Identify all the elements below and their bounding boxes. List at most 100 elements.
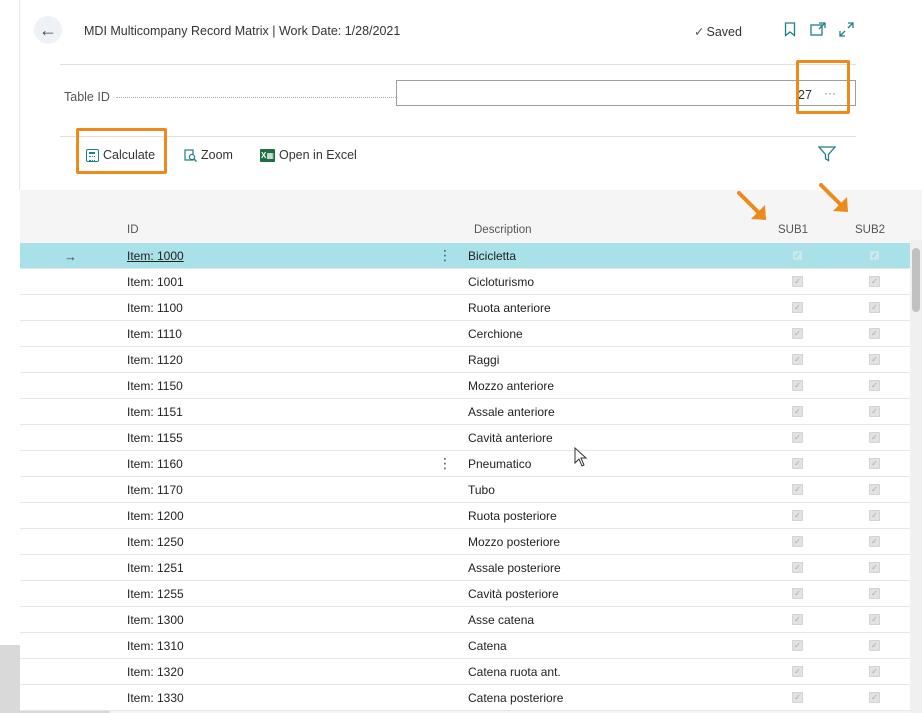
sub1-checkbox: ✓	[792, 458, 803, 469]
filter-icon[interactable]	[817, 146, 837, 162]
divider	[60, 64, 856, 65]
row-id[interactable]: Item: 1250	[127, 535, 184, 549]
row-id[interactable]: Item: 1330	[127, 691, 184, 705]
row-description: Catena	[468, 639, 507, 653]
row-id[interactable]: Item: 1155	[127, 431, 183, 445]
table-row[interactable]: Item: 1170 Tubo ✓ ✓	[20, 477, 910, 503]
row-id[interactable]: Item: 1160	[127, 457, 183, 471]
row-actions-icon[interactable]: ⋮	[438, 247, 452, 264]
table-row[interactable]: Item: 1150 Mozzo anteriore ✓ ✓	[20, 373, 910, 399]
row-description: Tubo	[468, 483, 495, 497]
sub1-checkbox: ✓	[792, 276, 803, 287]
check-icon: ✓	[694, 25, 705, 39]
scrollbar-thumb[interactable]	[912, 248, 920, 312]
row-description: Asse catena	[468, 613, 535, 627]
open-new-window-icon[interactable]	[810, 20, 826, 38]
row-description: Ruota posteriore	[468, 509, 557, 523]
sub1-checkbox: ✓	[792, 510, 803, 521]
sub1-checkbox: ✓	[792, 328, 803, 339]
highlight-box-calculate	[76, 128, 167, 174]
sub1-checkbox: ✓	[792, 302, 803, 313]
sub1-checkbox: ✓	[792, 406, 803, 417]
field-leader-dots	[116, 97, 406, 98]
row-description: Mozzo anteriore	[468, 379, 555, 393]
current-row-arrow-icon: →	[64, 249, 77, 264]
column-header-sub2[interactable]: SUB2	[855, 224, 885, 236]
sub2-checkbox: ✓	[869, 354, 880, 365]
orange-arrow-sub2	[819, 183, 848, 212]
zoom-button[interactable]: Zoom	[184, 148, 233, 162]
vertical-scrollbar[interactable]	[910, 240, 922, 713]
table-row[interactable]: Item: 1310 Catena ✓ ✓	[20, 633, 910, 659]
table-row[interactable]: Item: 1200 Ruota posteriore ✓ ✓	[20, 503, 910, 529]
sub2-checkbox: ✓	[869, 276, 880, 287]
row-description: Ruota anteriore	[468, 301, 551, 315]
row-id[interactable]: Item: 1200	[127, 509, 184, 523]
row-id[interactable]: Item: 1110	[127, 327, 182, 341]
table-row[interactable]: Item: 1160 ⋮ Pneumatico ✓ ✓	[20, 451, 910, 477]
row-id[interactable]: Item: 1120	[127, 353, 183, 367]
open-in-excel-button[interactable]: X▦ Open in Excel	[260, 148, 357, 162]
row-id[interactable]: Item: 1310	[127, 639, 184, 653]
sub1-checkbox: ✓	[792, 250, 803, 261]
table-row[interactable]: Item: 1100 Ruota anteriore ✓ ✓	[20, 295, 910, 321]
sub1-checkbox: ✓	[792, 432, 803, 443]
sub2-checkbox: ✓	[869, 432, 880, 443]
table-row[interactable]: Item: 1120 Raggi ✓ ✓	[20, 347, 910, 373]
row-description: Cicloturismo	[468, 275, 535, 289]
row-description: Cerchione	[468, 327, 523, 341]
sub1-checkbox: ✓	[792, 380, 803, 391]
sub2-checkbox: ✓	[869, 588, 880, 599]
table-row[interactable]: Item: 1110 Cerchione ✓ ✓	[20, 321, 910, 347]
sub2-checkbox: ✓	[869, 406, 880, 417]
table-row[interactable]: → Item: 1000 ⋮ Bicicletta ✓ ✓	[20, 243, 910, 269]
zoom-label: Zoom	[201, 148, 233, 162]
table-row[interactable]: Item: 1001 Cicloturismo ✓ ✓	[20, 269, 910, 295]
table-row[interactable]: Item: 1250 Mozzo posteriore ✓ ✓	[20, 529, 910, 555]
mouse-pointer-icon	[574, 447, 588, 467]
excel-label: Open in Excel	[279, 148, 357, 162]
row-id[interactable]: Item: 1170	[127, 483, 183, 497]
column-header-id[interactable]: ID	[127, 224, 139, 236]
sub1-checkbox: ✓	[792, 588, 803, 599]
row-description: Mozzo posteriore	[468, 535, 561, 549]
sub1-checkbox: ✓	[792, 666, 803, 677]
sub1-checkbox: ✓	[792, 484, 803, 495]
row-id[interactable]: Item: 1320	[127, 665, 184, 679]
back-button[interactable]: ←	[34, 16, 62, 44]
excel-icon: X▦	[260, 148, 275, 162]
table-row[interactable]: Item: 1300 Asse catena ✓ ✓	[20, 607, 910, 633]
row-id[interactable]: Item: 1000	[127, 249, 184, 263]
row-id[interactable]: Item: 1150	[127, 379, 183, 393]
sub2-checkbox: ✓	[869, 458, 880, 469]
table-id-input[interactable]	[396, 80, 856, 106]
sub1-checkbox: ✓	[792, 536, 803, 547]
row-id[interactable]: Item: 1001	[127, 275, 184, 289]
column-header-sub1[interactable]: SUB1	[778, 224, 808, 236]
sub2-checkbox: ✓	[869, 666, 880, 677]
row-actions-icon[interactable]: ⋮	[438, 455, 452, 472]
table-row[interactable]: Item: 1251 Assale posteriore ✓ ✓	[20, 555, 910, 581]
saved-status: ✓ Saved	[694, 24, 742, 39]
table-row[interactable]: Item: 1151 Assale anteriore ✓ ✓	[20, 399, 910, 425]
row-id[interactable]: Item: 1151	[127, 405, 183, 419]
row-id[interactable]: Item: 1251	[127, 561, 184, 575]
row-description: Bicicletta	[468, 249, 517, 263]
table-id-label: Table ID	[64, 90, 110, 104]
sub2-checkbox: ✓	[869, 614, 880, 625]
table-row[interactable]: Item: 1255 Cavità posteriore ✓ ✓	[20, 581, 910, 607]
sub2-checkbox: ✓	[869, 536, 880, 547]
table-row[interactable]: Item: 1320 Catena ruota ant. ✓ ✓	[20, 659, 910, 685]
table-row[interactable]: Item: 1330 Catena posteriore ✓ ✓	[20, 685, 910, 711]
row-description: Pneumatico	[468, 457, 532, 471]
sub2-checkbox: ✓	[869, 302, 880, 313]
row-id[interactable]: Item: 1255	[127, 587, 184, 601]
column-header-description[interactable]: Description	[474, 224, 532, 236]
expand-icon[interactable]	[838, 20, 854, 38]
sub1-checkbox: ✓	[792, 692, 803, 703]
row-description: Cavità posteriore	[468, 587, 559, 601]
bookmark-icon[interactable]	[782, 20, 798, 38]
table-row[interactable]: Item: 1155 Cavità anteriore ✓ ✓	[20, 425, 910, 451]
row-id[interactable]: Item: 1300	[127, 613, 184, 627]
row-id[interactable]: Item: 1100	[127, 301, 183, 315]
